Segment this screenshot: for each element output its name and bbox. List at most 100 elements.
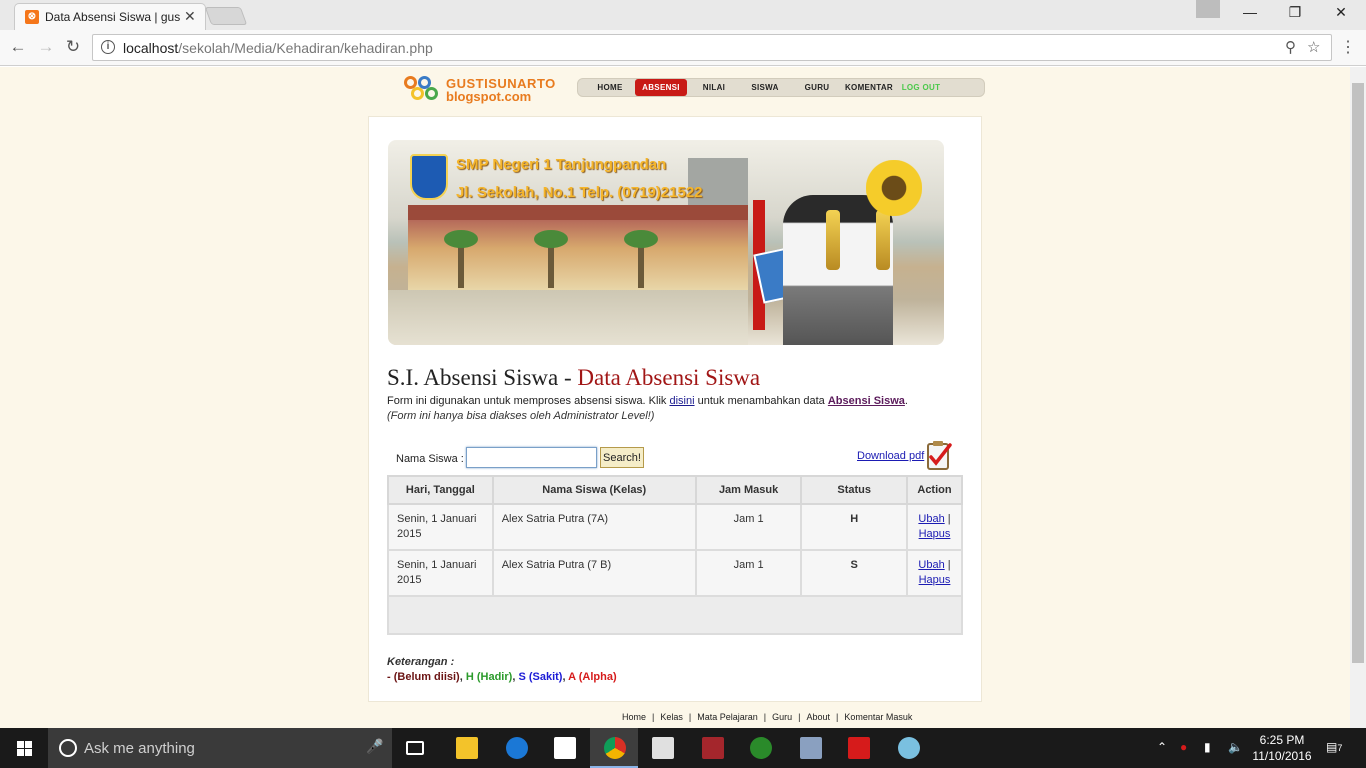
nav-siswa[interactable]: SISWA [741, 79, 789, 96]
edge-icon [506, 737, 528, 759]
clock-date: 11/10/2016 [1252, 749, 1312, 763]
bookmark-star-icon[interactable]: ☆ [1307, 38, 1320, 56]
address-bar[interactable]: i localhost/sekolah/Media/Kehadiran/keha… [92, 34, 1332, 61]
logo-circle-icon [425, 87, 438, 100]
notification-center-icon[interactable]: ▤7 [1326, 740, 1342, 754]
footer-link-mata-pelajaran[interactable]: Mata Pelajaran [697, 712, 758, 722]
taskbar-network-tool[interactable] [786, 728, 834, 768]
search-input[interactable] [466, 447, 597, 468]
calendar-icon [652, 737, 674, 759]
url-path: /sekolah/Media/Kehadiran/kehadiran.php [178, 40, 433, 56]
battery-icon[interactable]: ▮ [1204, 740, 1211, 754]
logo-text-line2: blogspot.com [446, 89, 532, 104]
download-pdf-link[interactable]: Download pdf [857, 450, 924, 462]
nav-guru[interactable]: GURU [793, 79, 841, 96]
cell-status: S [800, 549, 908, 597]
edit-link[interactable]: Ubah [918, 513, 944, 525]
banner-sunflower [866, 160, 922, 216]
taskbar-access[interactable] [688, 728, 736, 768]
acrobat-icon [848, 737, 870, 759]
volume-icon[interactable]: 🔈 [1228, 740, 1243, 754]
forward-icon[interactable]: → [36, 37, 56, 57]
microphone-icon[interactable]: 🎤 [366, 738, 383, 755]
nav-home[interactable]: HOME [584, 79, 636, 96]
browser-menu-icon[interactable]: ⋮ [1340, 37, 1356, 57]
footer-sep: | [763, 712, 767, 722]
reload-icon[interactable]: ↻ [63, 37, 83, 57]
edit-link[interactable]: Ubah [918, 559, 944, 571]
cell-jam: Jam 1 [694, 549, 803, 597]
banner-tree [624, 230, 658, 288]
taskbar-calendar[interactable] [638, 728, 686, 768]
legend-item-hadir: H (Hadir) [465, 671, 513, 683]
tray-chevron-icon[interactable]: ⌃ [1157, 740, 1167, 754]
minimize-icon[interactable]: — [1240, 4, 1260, 20]
zoom-icon[interactable]: ⚲ [1285, 38, 1296, 56]
checklist-clipboard-icon[interactable] [926, 439, 952, 471]
footer-link-about[interactable]: About [806, 712, 830, 722]
search-button[interactable]: Search! [600, 447, 644, 468]
add-absensi-link[interactable]: Absensi Siswa [828, 395, 905, 407]
taskbar-store[interactable] [540, 728, 588, 768]
refresh-app-icon [750, 737, 772, 759]
site-logo[interactable]: GUSTISUNARTO blogspot.com [404, 74, 564, 106]
clock-time: 6:25 PM [1259, 733, 1305, 747]
nav-nilai[interactable]: NILAI [690, 79, 738, 96]
nav-absensi[interactable]: ABSENSI [635, 79, 687, 96]
paint-icon [898, 737, 920, 759]
delete-link[interactable]: Hapus [919, 574, 951, 586]
close-window-icon[interactable]: ✕ [1331, 4, 1351, 21]
restore-icon[interactable]: ❐ [1285, 4, 1305, 21]
footer-link-komentar-masuk[interactable]: Komentar Masuk [844, 712, 912, 722]
nav-logout[interactable]: LOG OUT [898, 79, 944, 96]
cell-status: H [800, 503, 908, 551]
taskbar-paint[interactable] [884, 728, 932, 768]
taskbar-edge[interactable] [492, 728, 540, 768]
windows-taskbar: Ask me anything 🎤 ⌃ ● ▮ 🔈 6:25 PM 11/10/… [0, 728, 1366, 768]
delete-link[interactable]: Hapus [919, 528, 951, 540]
add-here-link[interactable]: disini [669, 395, 694, 407]
taskbar-acrobat[interactable] [834, 728, 882, 768]
new-tab-button[interactable] [204, 7, 248, 25]
banner-tree [534, 230, 568, 288]
taskbar-clock[interactable]: 6:25 PM 11/10/2016 [1250, 732, 1314, 764]
page-description: Form ini digunakan untuk memproses absen… [387, 395, 908, 407]
footer-link-kelas[interactable]: Kelas [660, 712, 683, 722]
back-icon[interactable]: ← [8, 37, 28, 57]
network-warning-icon[interactable]: ● [1180, 740, 1187, 754]
scrollbar-thumb[interactable] [1352, 83, 1364, 663]
table-header-row: Hari, Tanggal Nama Siswa (Kelas) Jam Mas… [387, 475, 963, 505]
profile-icon[interactable] [1196, 0, 1220, 18]
taskbar-chrome[interactable] [590, 728, 638, 768]
tab-close-icon[interactable]: ✕ [184, 8, 196, 25]
taskbar-task-view[interactable] [392, 728, 440, 768]
banner-school-address: Jl. Sekolah, No.1 Telp. (0719)21522 [456, 184, 703, 201]
cell-action: Ubah | Hapus [906, 549, 963, 597]
table-row: Senin, 1 Januari 2015 Alex Satria Putra … [387, 503, 963, 551]
banner-trophy [826, 210, 840, 270]
col-header-tanggal: Hari, Tanggal [387, 475, 494, 505]
action-separator: | [947, 559, 951, 571]
legend-item-blank: - (Belum diisi) [387, 671, 460, 683]
cell-nama: Alex Satria Putra (7A) [491, 503, 697, 551]
taskbar-refresh-app[interactable] [736, 728, 784, 768]
browser-tab[interactable]: ⊗ Data Absensi Siswa | gus ✕ [14, 3, 206, 30]
cortana-search-box[interactable]: Ask me anything 🎤 [48, 728, 392, 768]
footer-link-home[interactable]: Home [622, 712, 646, 722]
nav-komentar[interactable]: KOMENTAR [843, 79, 895, 96]
page-viewport: GUSTISUNARTO blogspot.com HOME ABSENSI N… [0, 67, 1350, 728]
page-title-main: S.I. Absensi Siswa - [387, 365, 578, 390]
notification-count: 7 [1337, 743, 1343, 753]
info-icon[interactable]: i [101, 40, 115, 54]
file-explorer-icon [456, 737, 478, 759]
start-button[interactable] [0, 728, 48, 768]
banner-tree [444, 230, 478, 288]
taskbar-file-explorer[interactable] [442, 728, 490, 768]
school-emblem-icon [410, 154, 448, 200]
page-scrollbar[interactable] [1350, 67, 1366, 728]
xampp-favicon-icon: ⊗ [25, 10, 39, 24]
col-header-status: Status [800, 475, 908, 505]
footer-link-guru[interactable]: Guru [772, 712, 792, 722]
table-row: Senin, 1 Januari 2015 Alex Satria Putra … [387, 549, 963, 597]
cell-tanggal: Senin, 1 Januari 2015 [387, 549, 494, 597]
